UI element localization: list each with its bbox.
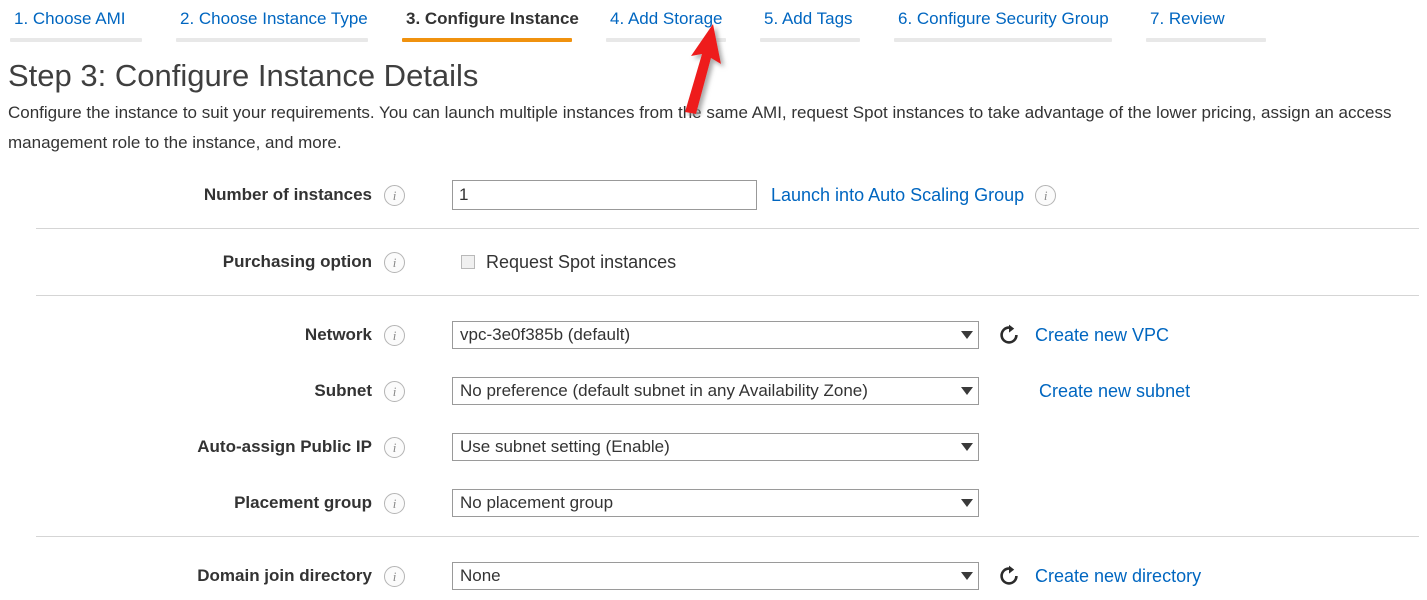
- info-icon[interactable]: i: [384, 436, 405, 458]
- domain-join-directory-select[interactable]: None: [452, 562, 979, 590]
- domain-join-directory-field-wrap: None Create new directory: [452, 562, 1201, 590]
- chevron-down-icon: [961, 499, 973, 507]
- tab-choose-ami-underline: [10, 38, 142, 42]
- row-placement-group: Placement group i No placement group: [0, 480, 1427, 526]
- auto-assign-public-ip-select[interactable]: Use subnet setting (Enable): [452, 433, 979, 461]
- row-subnet: Subnet i No preference (default subnet i…: [0, 368, 1427, 414]
- tab-configure-instance-label: 3. Configure Instance: [406, 9, 579, 28]
- tab-choose-ami[interactable]: 1. Choose AMI: [8, 9, 160, 42]
- info-icon[interactable]: i: [384, 324, 405, 346]
- tab-review-label: 7. Review: [1150, 9, 1225, 28]
- tab-review[interactable]: 7. Review: [1144, 9, 1284, 42]
- tab-add-storage-label: 4. Add Storage: [610, 9, 723, 28]
- network-label: Network: [304, 325, 372, 344]
- info-icon[interactable]: i: [1035, 184, 1057, 206]
- tab-choose-instance-type-label: 2. Choose Instance Type: [180, 9, 368, 28]
- placement-group-label: Placement group: [234, 493, 372, 512]
- refresh-icon[interactable]: [997, 564, 1021, 588]
- refresh-icon[interactable]: [997, 323, 1021, 347]
- network-field-wrap: vpc-3e0f385b (default) Create new VPC: [452, 321, 1169, 349]
- tab-configure-security-group-label: 6. Configure Security Group: [898, 9, 1109, 28]
- purchasing-option-field-wrap: Request Spot instances: [452, 252, 676, 273]
- create-new-subnet-link[interactable]: Create new subnet: [1039, 381, 1190, 402]
- chevron-down-icon: [961, 443, 973, 451]
- tab-configure-instance-underline: [402, 38, 572, 42]
- subnet-field-wrap: No preference (default subnet in any Ava…: [452, 377, 1190, 405]
- domain-join-directory-select-value: None: [460, 566, 501, 585]
- placement-group-select-value: No placement group: [460, 493, 614, 512]
- page-title: Step 3: Configure Instance Details: [8, 58, 479, 93]
- tab-choose-instance-type[interactable]: 2. Choose Instance Type: [174, 9, 386, 42]
- subnet-select-value: No preference (default subnet in any Ava…: [460, 381, 868, 400]
- info-icon[interactable]: i: [384, 380, 405, 402]
- info-icon[interactable]: i: [384, 492, 405, 514]
- placement-group-select[interactable]: No placement group: [452, 489, 979, 517]
- request-spot-instances-label: Request Spot instances: [486, 251, 677, 272]
- chevron-down-icon: [961, 331, 973, 339]
- purchasing-option-label: Purchasing option: [222, 252, 372, 271]
- info-icon[interactable]: i: [384, 184, 405, 206]
- row-purchasing-option: Purchasing option i Request Spot instanc…: [0, 239, 1427, 285]
- placement-group-field-wrap: No placement group: [452, 489, 979, 517]
- domain-join-directory-label: Domain join directory: [197, 566, 372, 585]
- chevron-down-icon: [961, 387, 973, 395]
- tab-add-storage-underline: [606, 38, 726, 42]
- request-spot-instances-checkbox[interactable]: [461, 255, 475, 269]
- number-of-instances-field-wrap: Launch into Auto Scaling Group i: [452, 180, 1057, 210]
- tab-add-storage[interactable]: 4. Add Storage: [604, 9, 744, 42]
- tab-add-tags-underline: [760, 38, 860, 42]
- page-description: Configure the instance to suit your requ…: [8, 103, 1392, 152]
- configure-instance-form: Number of instances i Launch into Auto S…: [0, 172, 1427, 599]
- auto-assign-public-ip-field-wrap: Use subnet setting (Enable): [452, 433, 979, 461]
- number-of-instances-label: Number of instances: [203, 185, 372, 204]
- network-select-value: vpc-3e0f385b (default): [460, 325, 631, 344]
- row-network: Network i vpc-3e0f385b (default) Create …: [0, 312, 1427, 358]
- create-new-directory-link[interactable]: Create new directory: [1035, 566, 1201, 587]
- tab-choose-ami-label: 1. Choose AMI: [14, 9, 126, 28]
- tab-add-tags-label: 5. Add Tags: [764, 9, 853, 28]
- info-icon[interactable]: i: [384, 251, 405, 273]
- auto-assign-public-ip-select-value: Use subnet setting (Enable): [460, 437, 670, 456]
- launch-into-auto-scaling-group-link[interactable]: Launch into Auto Scaling Group: [771, 185, 1024, 206]
- auto-assign-public-ip-label: Auto-assign Public IP: [197, 437, 372, 456]
- tab-configure-security-group[interactable]: 6. Configure Security Group: [892, 9, 1130, 42]
- row-auto-assign-public-ip: Auto-assign Public IP i Use subnet setti…: [0, 424, 1427, 470]
- subnet-label: Subnet: [314, 381, 372, 400]
- network-select[interactable]: vpc-3e0f385b (default): [452, 321, 979, 349]
- subnet-select[interactable]: No preference (default subnet in any Ava…: [452, 377, 979, 405]
- tab-configure-instance[interactable]: 3. Configure Instance: [400, 9, 590, 42]
- chevron-down-icon: [961, 572, 973, 580]
- number-of-instances-input[interactable]: [452, 180, 757, 210]
- tab-configure-security-group-underline: [894, 38, 1112, 42]
- tab-review-underline: [1146, 38, 1266, 42]
- create-new-vpc-link[interactable]: Create new VPC: [1035, 325, 1169, 346]
- row-domain-join-directory: Domain join directory i None Create new …: [0, 553, 1427, 599]
- tab-add-tags[interactable]: 5. Add Tags: [758, 9, 878, 42]
- row-number-of-instances: Number of instances i Launch into Auto S…: [0, 172, 1427, 218]
- info-icon[interactable]: i: [384, 565, 405, 587]
- wizard-tab-bar: 1. Choose AMI 2. Choose Instance Type 3.…: [0, 0, 1427, 48]
- tab-choose-instance-type-underline: [176, 38, 368, 42]
